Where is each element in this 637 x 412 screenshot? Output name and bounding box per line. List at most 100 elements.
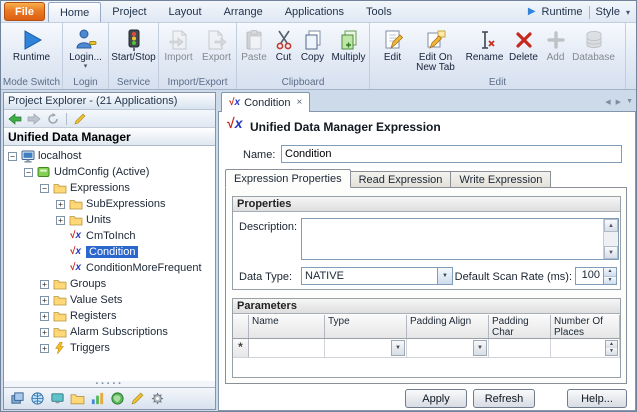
- rename-button[interactable]: Rename: [464, 25, 506, 63]
- delete-button[interactable]: Delete: [506, 25, 542, 63]
- tree-item-udmconfig[interactable]: − UdmConfig (Active): [4, 164, 215, 180]
- chart-icon[interactable]: [89, 391, 105, 407]
- padding-align-cell[interactable]: ▼: [407, 339, 489, 357]
- ribbon-tab-arrange[interactable]: Arrange: [213, 2, 274, 22]
- close-tab-icon[interactable]: ×: [297, 98, 303, 108]
- number-of-places-cell[interactable]: ▲▼: [551, 339, 620, 357]
- edit-on-new-tab-button[interactable]: Edit On New Tab: [408, 25, 464, 73]
- trigger-icon: [52, 342, 67, 355]
- data-type-select[interactable]: NATIVE ▼: [301, 267, 453, 285]
- chevron-down-icon[interactable]: ▼: [391, 340, 405, 356]
- edit-mode-button[interactable]: [72, 112, 88, 126]
- column-header-padding-align[interactable]: Padding Align: [407, 315, 489, 338]
- tree-item-registers[interactable]: + Registers: [4, 308, 215, 324]
- tab-scroll-right-icon[interactable]: ▶: [616, 98, 621, 106]
- runtime-button[interactable]: Runtime: [3, 25, 61, 63]
- export-icon: [206, 26, 228, 53]
- earth-icon[interactable]: [109, 391, 125, 407]
- cut-button[interactable]: Cut: [271, 25, 297, 63]
- refresh-button[interactable]: Refresh: [473, 389, 535, 408]
- ribbon-group-login: Login... ▾ Login: [63, 23, 109, 89]
- collapse-icon[interactable]: −: [8, 152, 17, 161]
- folder-icon[interactable]: [69, 391, 85, 407]
- forward-button[interactable]: [26, 112, 42, 126]
- divider: [66, 113, 67, 125]
- collapse-icon[interactable]: −: [40, 184, 49, 193]
- pencil-icon[interactable]: [129, 391, 145, 407]
- style-menu[interactable]: Style: [596, 6, 620, 18]
- delete-icon: [513, 26, 535, 53]
- tree-item-subexpressions[interactable]: + SubExpressions: [4, 196, 215, 212]
- name-input[interactable]: [281, 145, 622, 163]
- tab-list-icon[interactable]: ▼: [626, 98, 633, 106]
- ribbon-tab-layout[interactable]: Layout: [158, 2, 213, 22]
- expand-icon[interactable]: +: [40, 296, 49, 305]
- expression-icon: √x: [229, 98, 240, 108]
- runtime-menu[interactable]: Runtime: [542, 6, 583, 18]
- column-header-padding-char[interactable]: Padding Char: [489, 315, 551, 338]
- expand-icon[interactable]: +: [40, 312, 49, 321]
- start-stop-button[interactable]: Start/Stop: [110, 25, 158, 63]
- layers-icon[interactable]: [9, 391, 25, 407]
- name-cell[interactable]: [249, 339, 325, 357]
- tree-item-cmtoinch[interactable]: √x CmToInch: [4, 228, 215, 244]
- scan-rate-spinner[interactable]: 100 ▲ ▼: [575, 267, 617, 285]
- multiply-button[interactable]: Multiply: [329, 25, 369, 63]
- tree-item-triggers[interactable]: + Triggers: [4, 340, 215, 356]
- chevron-down-icon[interactable]: ▼: [473, 340, 487, 356]
- back-button[interactable]: [7, 112, 23, 126]
- tab-write-expression[interactable]: Write Expression: [451, 171, 551, 188]
- file-menu-button[interactable]: File: [4, 2, 45, 21]
- expand-icon[interactable]: +: [56, 200, 65, 209]
- edit-button[interactable]: Edit: [378, 25, 408, 63]
- help-button[interactable]: Help...: [567, 389, 627, 408]
- gear-icon[interactable]: [149, 391, 165, 407]
- globe-icon[interactable]: [29, 391, 45, 407]
- document-tab-condition[interactable]: √x Condition ×: [221, 92, 310, 112]
- copy-button[interactable]: Copy: [297, 25, 329, 63]
- expand-icon[interactable]: +: [40, 344, 49, 353]
- ribbon-tab-applications[interactable]: Applications: [274, 2, 355, 22]
- parameters-new-row[interactable]: * ▼ ▼ ▲▼: [233, 339, 620, 358]
- refresh-button[interactable]: [45, 112, 61, 126]
- apply-button[interactable]: Apply: [405, 389, 467, 408]
- tab-read-expression[interactable]: Read Expression: [351, 171, 452, 188]
- tree-item-expressions[interactable]: − Expressions: [4, 180, 215, 196]
- tab-expression-properties[interactable]: Expression Properties: [225, 169, 351, 188]
- multiply-icon: [338, 26, 360, 53]
- scroll-up-icon[interactable]: ▲: [604, 219, 618, 232]
- parameters-groupbox-header: Parameters: [233, 299, 620, 314]
- chevron-down-icon[interactable]: ▼: [437, 268, 452, 284]
- tree-item-value-sets[interactable]: + Value Sets: [4, 292, 215, 308]
- expand-icon[interactable]: +: [40, 280, 49, 289]
- column-header-type[interactable]: Type: [325, 315, 407, 338]
- tree-item-alarm-subscriptions[interactable]: + Alarm Subscriptions: [4, 324, 215, 340]
- tree-item-localhost[interactable]: − localhost: [4, 148, 215, 164]
- scroll-down-icon[interactable]: ▼: [604, 246, 618, 259]
- tree-item-units[interactable]: + Units: [4, 212, 215, 228]
- spin-up-icon[interactable]: ▲: [604, 268, 616, 277]
- chevron-down-icon[interactable]: ▾: [84, 63, 88, 71]
- login-button[interactable]: Login... ▾: [64, 25, 108, 71]
- expand-icon[interactable]: +: [56, 216, 65, 225]
- tab-scroll-left-icon[interactable]: ◀: [605, 98, 610, 106]
- column-header-number-of-places[interactable]: Number Of Places: [551, 315, 620, 338]
- tree-item-condition[interactable]: √x Condition: [4, 244, 215, 260]
- display-icon[interactable]: [49, 391, 65, 407]
- group-label-login: Login: [63, 77, 108, 88]
- column-header-name[interactable]: Name: [249, 315, 325, 338]
- tree-item-groups[interactable]: + Groups: [4, 276, 215, 292]
- folder-icon: [52, 182, 67, 195]
- ribbon-tab-home[interactable]: Home: [48, 2, 101, 22]
- spin-down-icon[interactable]: ▼: [604, 277, 616, 285]
- expand-icon[interactable]: +: [40, 328, 49, 337]
- description-scrollbar[interactable]: ▲ ▼: [603, 219, 618, 259]
- padding-char-cell[interactable]: [489, 339, 551, 357]
- cell-spinner[interactable]: ▲▼: [605, 340, 618, 356]
- ribbon-tab-project[interactable]: Project: [101, 2, 157, 22]
- type-cell[interactable]: ▼: [325, 339, 407, 357]
- description-input[interactable]: ▲ ▼: [301, 218, 619, 260]
- collapse-icon[interactable]: −: [24, 168, 33, 177]
- tree-item-conditionmorefrequent[interactable]: √x ConditionMoreFrequent: [4, 260, 215, 276]
- ribbon-tab-tools[interactable]: Tools: [355, 2, 403, 22]
